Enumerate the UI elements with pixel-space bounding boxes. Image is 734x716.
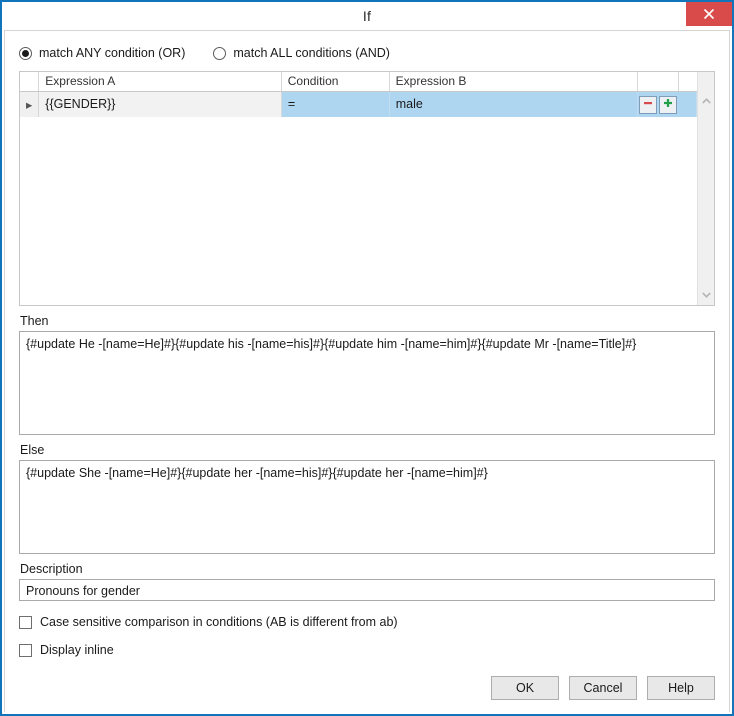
chevron-down-icon[interactable] [698,286,714,303]
conditions-grid-header: Expression A Condition Expression B [20,72,697,92]
page-title: If [362,8,372,24]
radio-any-label: match ANY condition (OR) [39,46,186,60]
case-sensitive-checkbox-label: Case sensitive comparison in conditions … [40,615,398,629]
help-button[interactable]: Help [647,676,715,700]
display-inline-checkbox[interactable]: Display inline [19,643,114,657]
then-input[interactable]: {#update He -[name=He]#}{#update his -[n… [19,331,715,435]
display-inline-checkbox-box [19,643,32,657]
column-header-condition[interactable]: Condition [282,72,390,91]
chevron-up-icon[interactable] [698,92,714,109]
column-header-spacer [679,72,697,91]
case-sensitive-checkbox-box [19,615,32,629]
remove-condition-button[interactable] [639,95,658,114]
grid-empty-area[interactable] [20,118,697,305]
else-input[interactable]: {#update She -[name=He]#}{#update her -[… [19,460,715,554]
column-header-actions [638,72,679,91]
match-mode-group: match ANY condition (OR) match ALL condi… [19,43,715,63]
dialog-client-area: match ANY condition (OR) match ALL condi… [4,30,730,712]
ok-button[interactable]: OK [491,676,559,700]
case-sensitive-checkbox[interactable]: Case sensitive comparison in conditions … [19,615,398,629]
then-label: Then [20,314,49,328]
cell-expression-b[interactable]: male [389,92,639,117]
radio-all-label: match ALL conditions (AND) [233,46,390,60]
if-dialog-window: If match ANY condition (OR) match ALL co… [0,0,734,716]
close-icon [703,8,715,20]
close-button[interactable] [686,2,732,26]
table-row[interactable]: ▸ {{GENDER}} = male [20,92,697,118]
grid-vertical-scrollbar[interactable] [697,72,714,305]
cancel-button[interactable]: Cancel [569,676,637,700]
row-action-buttons [638,92,679,117]
description-label: Description [20,562,83,576]
row-spacer [678,92,697,117]
display-inline-checkbox-label: Display inline [40,643,114,657]
else-label: Else [20,443,45,457]
row-indicator: ▸ [20,92,40,117]
radio-any-indicator [19,46,32,60]
plus-icon [662,97,674,112]
radio-all-indicator [213,46,227,60]
conditions-grid[interactable]: Expression A Condition Expression B ▸ {{… [19,71,715,306]
radio-match-any[interactable]: match ANY condition (OR) [19,46,185,60]
cell-condition[interactable]: = [281,92,390,117]
dialog-footer: OK Cancel Help [491,676,715,700]
dialog-content: match ANY condition (OR) match ALL condi… [5,31,729,712]
cell-expression-a[interactable]: {{GENDER}} [39,92,282,117]
description-input[interactable]: Pronouns for gender [19,579,715,601]
column-header-expression-b[interactable]: Expression B [390,72,638,91]
add-condition-button[interactable] [659,95,678,114]
column-header-indicator [20,72,40,91]
title-bar: If [2,2,732,30]
conditions-grid-inner: Expression A Condition Expression B ▸ {{… [20,72,697,305]
minus-icon [642,97,654,112]
radio-match-all[interactable]: match ALL conditions (AND) [213,46,390,60]
column-header-expression-a[interactable]: Expression A [39,72,282,91]
